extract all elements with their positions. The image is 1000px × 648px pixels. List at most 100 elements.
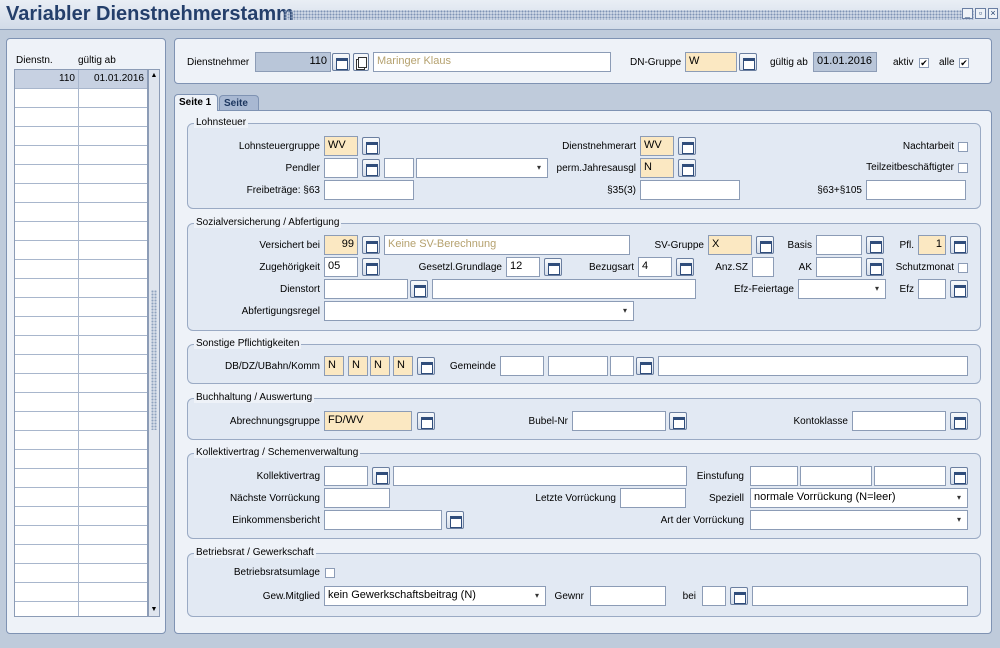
p63-105-field[interactable]: [866, 180, 966, 200]
list-item-empty[interactable]: [15, 583, 147, 602]
gemeinde-text-field[interactable]: [658, 356, 968, 376]
gew-select[interactable]: kein Gewerkschaftsbeitrag (N) ▾: [324, 586, 546, 606]
list-item-empty[interactable]: [15, 393, 147, 412]
abrgruppe-field[interactable]: FD/WV: [324, 411, 412, 431]
pendler-field[interactable]: [324, 158, 358, 178]
gewnr-field[interactable]: [590, 586, 666, 606]
dz-field[interactable]: N: [348, 356, 368, 376]
list-item-empty[interactable]: [15, 374, 147, 393]
dnart-lookup-icon[interactable]: [678, 137, 696, 155]
bei-text-field[interactable]: [752, 586, 968, 606]
speziell-select[interactable]: normale Vorrückung (N=leer) ▾: [750, 488, 968, 508]
restore-icon[interactable]: ▫: [975, 8, 986, 19]
list-item-empty[interactable]: [15, 602, 147, 616]
list-item-empty[interactable]: [15, 108, 147, 127]
list-item-empty[interactable]: [15, 355, 147, 374]
einkommen-field[interactable]: [324, 510, 442, 530]
copy-icon[interactable]: [353, 53, 369, 71]
list-item-empty[interactable]: [15, 507, 147, 526]
tab-seite-1[interactable]: Seite 1: [174, 94, 218, 111]
ak-field[interactable]: [816, 257, 862, 277]
bei-lookup-icon[interactable]: [730, 587, 748, 605]
permjahr-field[interactable]: N: [640, 158, 674, 178]
bubel-lookup-icon[interactable]: [669, 412, 687, 430]
kv-field[interactable]: [324, 466, 368, 486]
minimize-icon[interactable]: _: [962, 8, 973, 19]
lstgruppe-field[interactable]: WV: [324, 136, 358, 156]
permjahr-lookup-icon[interactable]: [678, 159, 696, 177]
close-icon[interactable]: ×: [988, 8, 998, 19]
dn-number-field[interactable]: 110: [255, 52, 331, 72]
einstufung-lookup-icon[interactable]: [950, 467, 968, 485]
pendler-code-field[interactable]: [384, 158, 414, 178]
list-item-empty[interactable]: [15, 184, 147, 203]
art-select[interactable]: ▾: [750, 510, 968, 530]
scroll-up-icon[interactable]: ▲: [149, 70, 159, 82]
bubel-field[interactable]: [572, 411, 666, 431]
list-item-empty[interactable]: [15, 526, 147, 545]
letzte-field[interactable]: [620, 488, 686, 508]
efzfeiertage-select[interactable]: ▾: [798, 279, 886, 299]
abfertigung-select[interactable]: ▾: [324, 301, 634, 321]
ak-lookup-icon[interactable]: [866, 258, 884, 276]
gemeinde-field-1[interactable]: [500, 356, 544, 376]
lstgruppe-lookup-icon[interactable]: [362, 137, 380, 155]
list-item[interactable]: 110 01.01.2016: [15, 70, 147, 89]
konto-field[interactable]: [852, 411, 946, 431]
grundlage-field[interactable]: 12: [506, 257, 540, 277]
dienstort-lookup-icon[interactable]: [410, 280, 428, 298]
db-field[interactable]: N: [324, 356, 344, 376]
efz-field[interactable]: [918, 279, 946, 299]
scroll-down-icon[interactable]: ▼: [149, 604, 159, 616]
gueltig-field[interactable]: 01.01.2016: [813, 52, 877, 72]
list-item-empty[interactable]: [15, 450, 147, 469]
list-item-empty[interactable]: [15, 89, 147, 108]
konto-lookup-icon[interactable]: [950, 412, 968, 430]
komm-field[interactable]: N: [393, 356, 413, 376]
bezugsart-field[interactable]: 4: [638, 257, 672, 277]
p35-field[interactable]: [640, 180, 740, 200]
efz-lookup-icon[interactable]: [950, 280, 968, 298]
dnart-field[interactable]: WV: [640, 136, 674, 156]
einstufung-field-2[interactable]: [800, 466, 872, 486]
list-item-empty[interactable]: [15, 564, 147, 583]
dienstort-field[interactable]: [324, 279, 408, 299]
list-item-empty[interactable]: [15, 127, 147, 146]
list-item-empty[interactable]: [15, 165, 147, 184]
nachtarbeit-checkbox[interactable]: [958, 142, 968, 152]
schutzmonat-checkbox[interactable]: [958, 263, 968, 273]
dngruppe-lookup-icon[interactable]: [739, 53, 757, 71]
employee-list[interactable]: 110 01.01.2016: [14, 69, 148, 617]
ubahn-field[interactable]: N: [370, 356, 390, 376]
dngruppe-field[interactable]: W: [685, 52, 737, 72]
list-item-empty[interactable]: [15, 545, 147, 564]
list-item-empty[interactable]: [15, 412, 147, 431]
bei-field[interactable]: [702, 586, 726, 606]
versichert-lookup-icon[interactable]: [362, 236, 380, 254]
einstufung-field-3[interactable]: [874, 466, 946, 486]
kv-lookup-icon[interactable]: [372, 467, 390, 485]
gemeinde-field-3[interactable]: [610, 356, 634, 376]
versichert-text-field[interactable]: Keine SV-Berechnung: [384, 235, 630, 255]
umlage-checkbox[interactable]: [325, 568, 335, 578]
gemeinde-lookup-icon[interactable]: [636, 357, 654, 375]
zugeh-lookup-icon[interactable]: [362, 258, 380, 276]
list-item-empty[interactable]: [15, 146, 147, 165]
list-item-empty[interactable]: [15, 336, 147, 355]
list-item-empty[interactable]: [15, 469, 147, 488]
lookup-calendar-icon[interactable]: [332, 53, 350, 71]
gemeinde-field-2[interactable]: [548, 356, 608, 376]
list-item-empty[interactable]: [15, 317, 147, 336]
list-item-empty[interactable]: [15, 222, 147, 241]
dienstort-text-field[interactable]: [432, 279, 696, 299]
pfl-field[interactable]: 1: [918, 235, 946, 255]
zugeh-field[interactable]: 05: [324, 257, 358, 277]
freibetraege-field[interactable]: [324, 180, 414, 200]
basis-field[interactable]: [816, 235, 862, 255]
scroll-thumb[interactable]: [151, 290, 157, 430]
abrgruppe-lookup-icon[interactable]: [417, 412, 435, 430]
versichert-field[interactable]: 99: [324, 235, 358, 255]
list-item-empty[interactable]: [15, 488, 147, 507]
tab-seite-2[interactable]: Seite 2: [219, 95, 259, 120]
pfl-lookup-icon[interactable]: [950, 236, 968, 254]
